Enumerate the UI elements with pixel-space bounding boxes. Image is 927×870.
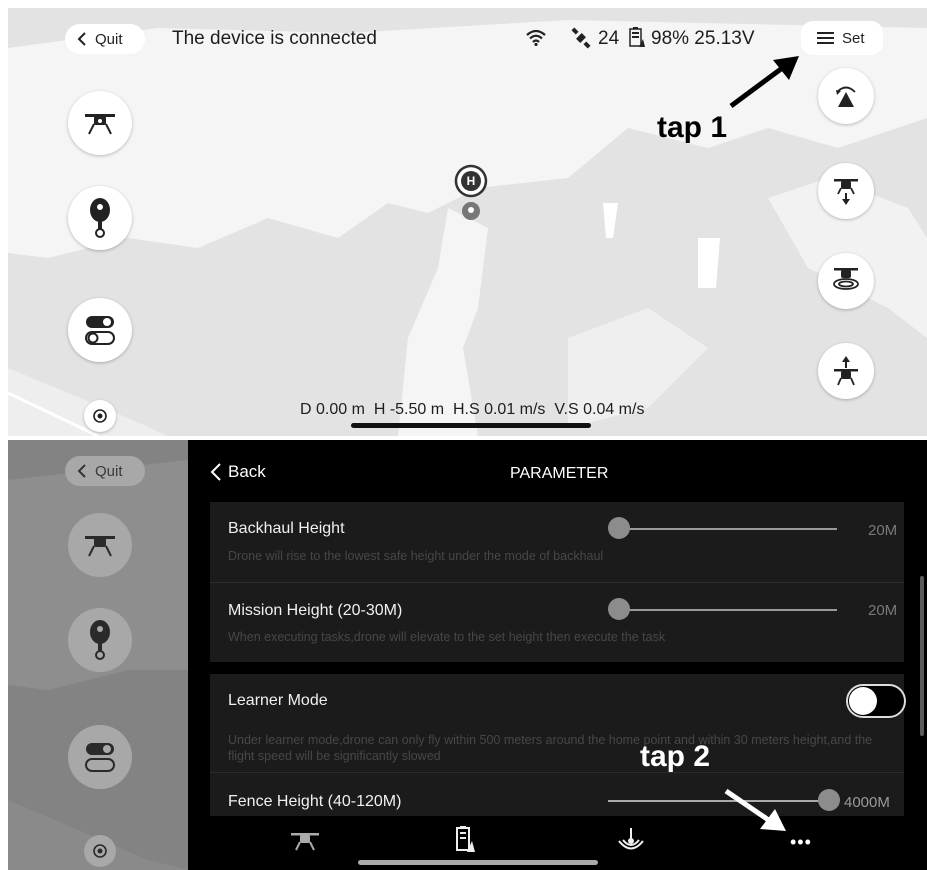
mission-height-slider[interactable] [608,598,840,622]
remote-controller-icon [88,620,112,660]
battery-icon [455,826,475,854]
satellite-icon [570,27,592,49]
connection-status: The device is connected [172,28,377,49]
hover-button[interactable] [818,253,874,309]
divider [210,582,904,583]
parameter-screen: Quit Back PARAMETER Backhaul Height Dron… [8,440,927,870]
learner-mode-toggle[interactable] [846,684,906,718]
home-marker-icon [454,164,488,224]
more-button[interactable]: ••• [790,832,812,853]
more-icon: ••• [790,832,812,852]
learner-mode-desc: Under learner mode,drone can only fly wi… [228,733,873,763]
drone-button-dimmed [68,513,132,577]
learner-mode-title: Learner Mode [228,692,328,709]
locate-icon [92,408,108,424]
backhaul-height-value: 20M [868,522,898,539]
backhaul-height-desc: Drone will rise to the lowest safe heigh… [228,549,604,563]
back-chevron-icon [77,464,87,478]
learner-settings-card: Learner Mode Under learner mode,drone ca… [210,674,906,816]
h-speed-readout: H.S 0.01 m/s [452,401,546,418]
set-button[interactable]: Set [801,21,883,55]
quit-label: Quit [95,30,123,48]
toggle-switch-icon [85,742,115,772]
drone-button[interactable] [68,91,132,155]
takeoff-icon [832,355,860,387]
fence-height-value: 4000M [844,794,890,811]
backhaul-height-title: Backhaul Height [228,520,345,537]
mission-height-value: 20M [868,602,898,619]
toggle-switch-icon [85,315,115,345]
divider [210,772,904,773]
height-settings-card: Backhaul Height Drone will rise to the l… [210,502,904,662]
return-home-icon [832,83,860,109]
tab-battery[interactable] [455,826,475,854]
return-home-button[interactable] [818,68,874,124]
arrow-icon [720,785,790,835]
land-icon [832,176,860,206]
parameter-sheet: Back PARAMETER Backhaul Height Drone wil… [188,440,927,870]
toggle-switch-button-dimmed [68,725,132,789]
fence-height-title: Fence Height (40-120M) [228,793,402,810]
telemetry-bar: D 0.00 m H -5.50 m H.S 0.01 m/s V.S 0.04… [300,401,644,419]
toggle-switch-button[interactable] [68,298,132,362]
antenna-signal-icon [618,828,644,852]
tap-1-annotation: tap 1 [657,111,728,144]
battery-status: 98% 25.13V [651,28,755,49]
back-button[interactable]: Back [210,462,266,482]
quit-button[interactable]: Quit [65,24,145,54]
toggle-knob [849,687,877,715]
mission-height-title: Mission Height (20-30M) [228,602,403,619]
satellite-count: 24 [598,28,620,49]
hover-icon [830,266,862,296]
back-chevron-icon [77,32,87,46]
drone-icon [83,532,117,558]
tab-drone[interactable] [290,830,320,852]
takeoff-button[interactable] [818,343,874,399]
map-screen: Quit The device is connected 24 98% 25.1… [8,8,927,436]
arrow-icon [723,54,803,114]
back-chevron-icon [210,462,222,482]
remote-controller-button[interactable] [68,186,132,250]
quit-button-dimmed: Quit [65,456,145,486]
remote-controller-button-dimmed [68,608,132,672]
locate-button[interactable] [84,400,116,432]
wifi-icon [525,28,547,46]
back-label: Back [228,462,266,481]
scrollbar[interactable] [920,576,924,736]
battery-icon [629,27,645,49]
set-label: Set [842,29,865,47]
menu-icon [817,31,834,45]
land-button[interactable] [818,163,874,219]
locate-button-dimmed [84,835,116,867]
drone-icon [290,830,320,852]
height-readout: H -5.50 m [373,401,445,418]
home-indicator [351,423,591,428]
locate-icon [92,843,108,859]
drone-icon [83,110,117,136]
quit-label: Quit [95,462,123,480]
page-title: PARAMETER [510,465,609,482]
home-marker[interactable]: H [454,164,488,224]
remote-controller-icon [88,198,112,238]
home-marker-label: H [466,174,476,188]
mission-height-desc: When executing tasks,drone will elevate … [228,630,666,644]
v-speed-readout: V.S 0.04 m/s [554,401,645,418]
backhaul-height-slider[interactable] [608,517,840,541]
tap-2-annotation: tap 2 [640,740,711,773]
home-indicator [358,860,598,865]
distance-readout: D 0.00 m [300,401,365,418]
tab-signal[interactable] [618,828,644,852]
